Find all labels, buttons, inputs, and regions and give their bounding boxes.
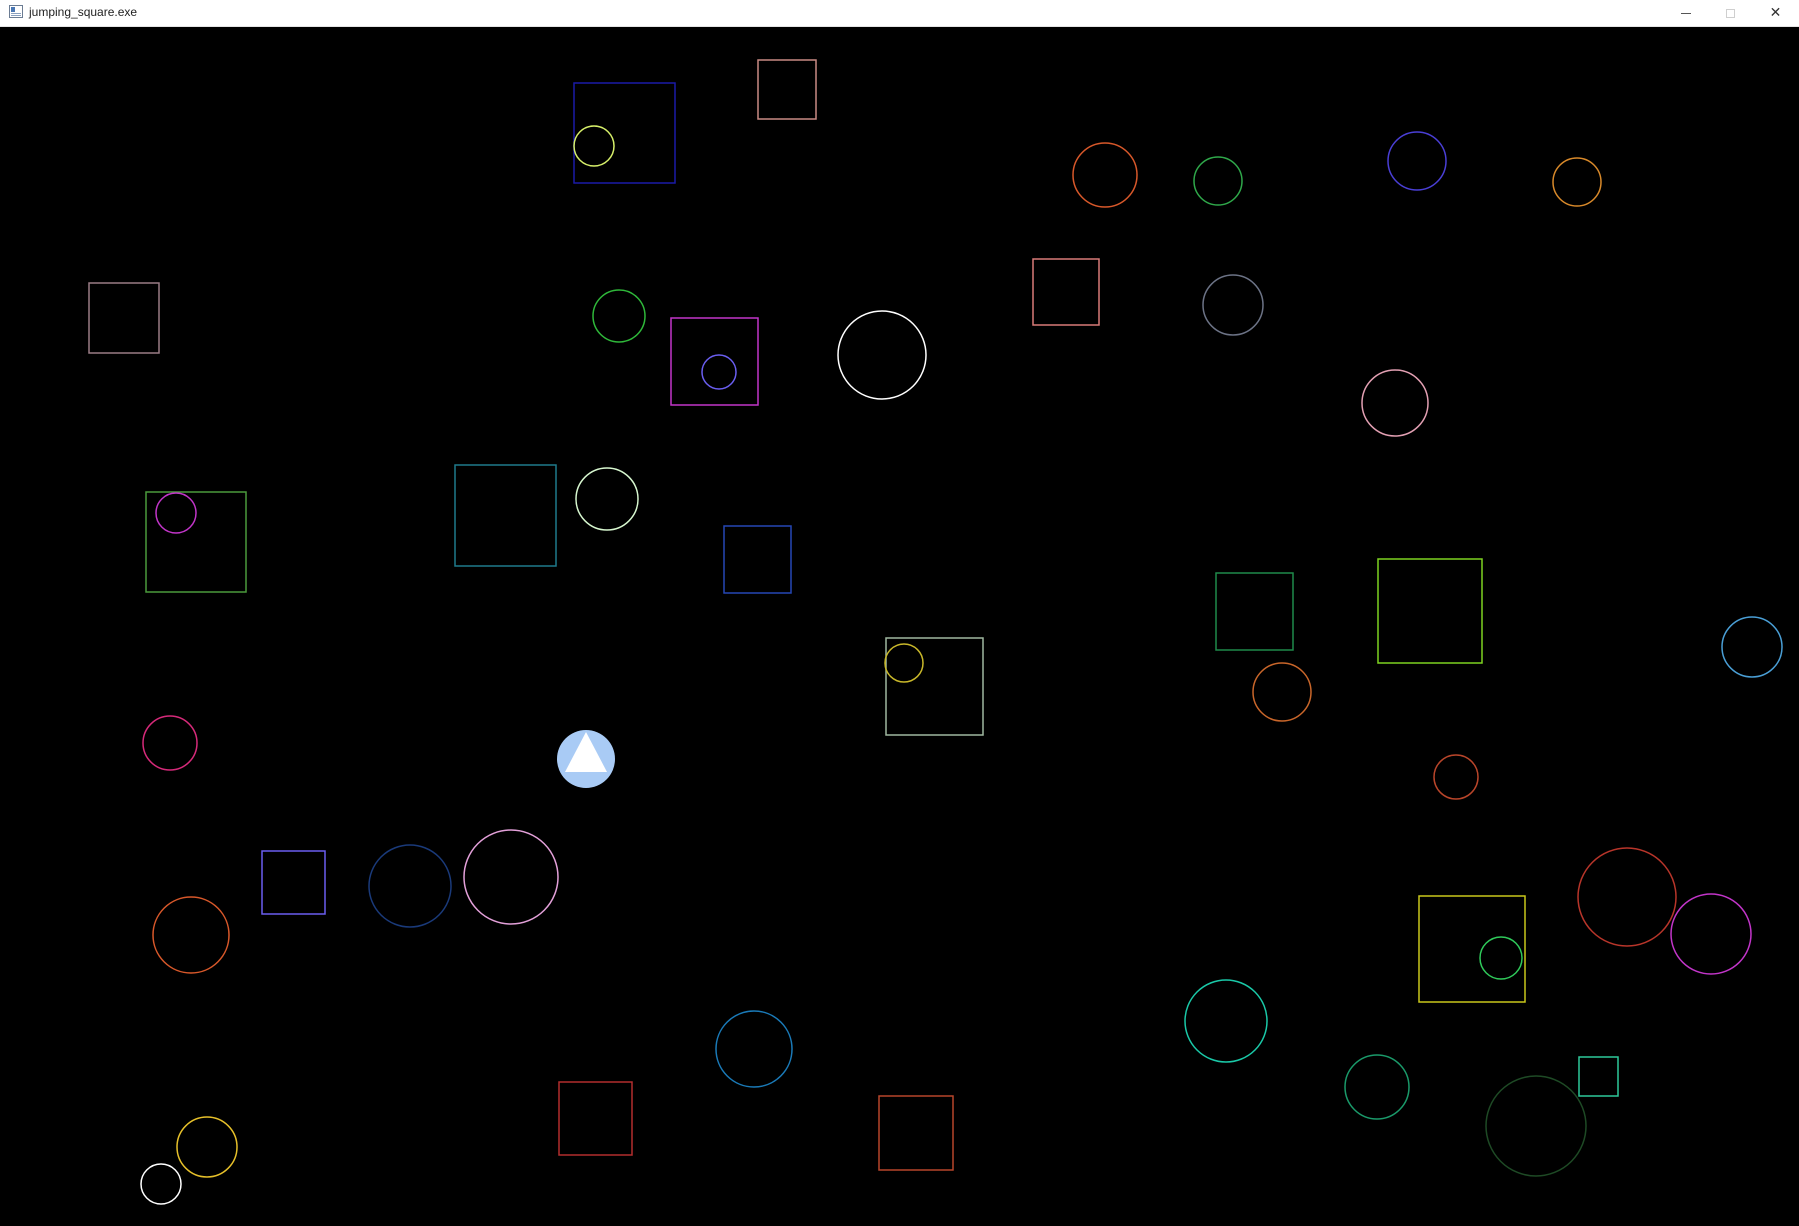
obstacle-circle: [155, 492, 197, 534]
obstacle-square: [757, 59, 817, 120]
obstacle-square: [723, 525, 792, 594]
obstacle-circle: [573, 125, 615, 167]
obstacle-square: [1215, 572, 1294, 651]
minimize-button[interactable]: [1663, 0, 1708, 26]
obstacle-circle: [592, 289, 646, 343]
obstacle-circle: [1552, 157, 1602, 207]
obstacle-circle: [368, 844, 452, 928]
game-canvas[interactable]: [0, 27, 1799, 1226]
obstacle-circle: [140, 1163, 182, 1205]
obstacle-circle: [1577, 847, 1677, 947]
obstacle-square: [1377, 558, 1483, 664]
game-scene: [88, 59, 1783, 1205]
obstacle-circle: [152, 896, 230, 974]
obstacle-square: [878, 1095, 954, 1171]
player-character: [557, 730, 615, 788]
obstacle-circle: [1193, 156, 1243, 206]
obstacle-square: [573, 82, 676, 184]
app-window-icon: [9, 5, 23, 18]
obstacle-circle: [1485, 1075, 1587, 1177]
obstacle-square: [145, 491, 247, 593]
obstacle-circle: [1387, 131, 1447, 191]
obstacle-circle: [1184, 979, 1268, 1063]
obstacle-square: [558, 1081, 633, 1156]
obstacle-square: [885, 637, 984, 736]
obstacle-circle: [1072, 142, 1138, 208]
close-icon: ✕: [1769, 5, 1782, 21]
obstacle-square: [261, 850, 326, 915]
obstacle-circle: [142, 715, 198, 771]
obstacle-circle: [176, 1116, 238, 1178]
obstacle-circle: [1479, 936, 1523, 980]
obstacle-square: [1578, 1056, 1619, 1097]
obstacle-circle: [1344, 1054, 1410, 1120]
obstacle-circle: [884, 643, 924, 683]
obstacle-circle: [701, 354, 737, 390]
obstacle-square: [670, 317, 759, 406]
obstacle-square: [1032, 258, 1100, 326]
obstacle-circle: [1670, 893, 1752, 975]
maximize-button[interactable]: [1708, 0, 1753, 26]
obstacle-circle: [1433, 754, 1479, 800]
obstacle-square: [454, 464, 557, 567]
obstacle-square: [88, 282, 160, 354]
obstacle-square: [1418, 895, 1526, 1003]
obstacle-circle: [1361, 369, 1429, 437]
game-window: jumping_square.exe ✕: [0, 0, 1799, 1226]
obstacle-circle: [1202, 274, 1264, 336]
window-title: jumping_square.exe: [29, 5, 138, 19]
obstacle-circle: [1721, 616, 1783, 678]
maximize-icon: [1726, 8, 1735, 18]
title-bar[interactable]: jumping_square.exe ✕: [0, 0, 1799, 27]
obstacle-circle: [837, 310, 927, 400]
obstacle-circle: [715, 1010, 793, 1088]
obstacle-circle: [463, 829, 559, 925]
obstacle-circle: [575, 467, 639, 531]
minimize-icon: [1680, 12, 1691, 14]
close-button[interactable]: ✕: [1753, 0, 1798, 26]
obstacle-circle: [1252, 662, 1312, 722]
